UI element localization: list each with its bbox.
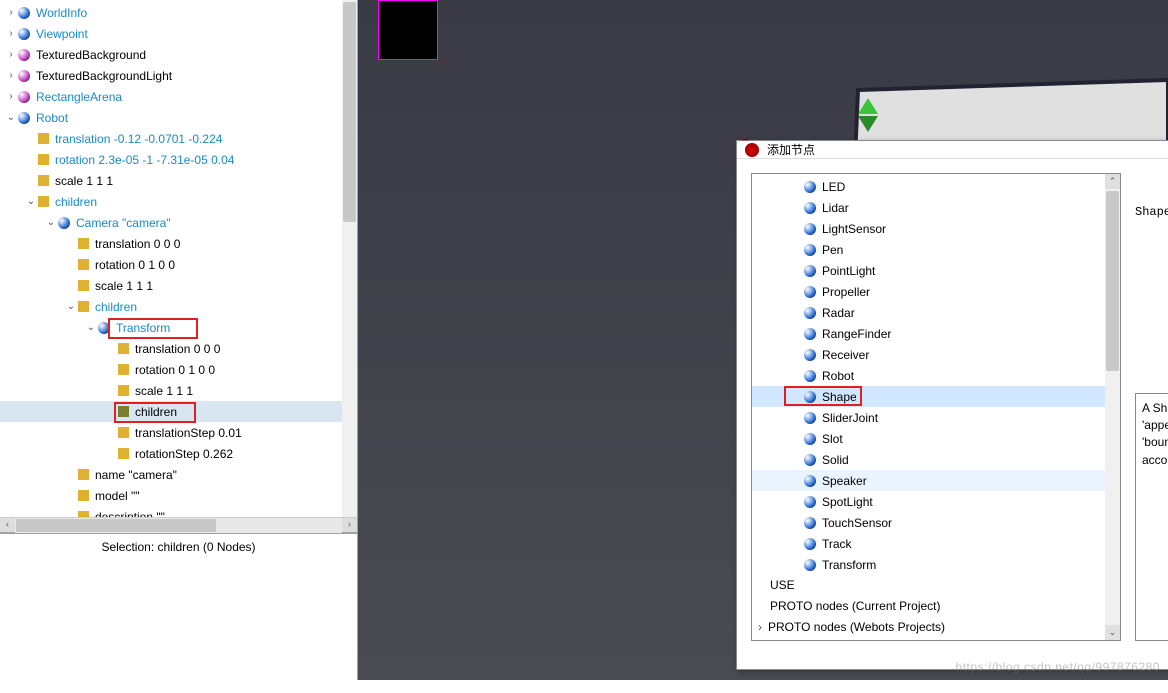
dialog-titlebar[interactable]: 添加节点 ? ✕ <box>737 141 1168 159</box>
group-proto-current[interactable]: PROTO nodes (Current Project) <box>752 596 1120 617</box>
shape-label: Shape <box>1135 205 1168 219</box>
tree-label: scale 1 1 1 <box>95 279 153 293</box>
tree-tf-translation[interactable]: translation 0 0 0 <box>0 338 357 359</box>
nodelist-scroll-down[interactable]: ⌄ <box>1105 625 1120 640</box>
tree-worldinfo[interactable]: WorldInfo <box>0 2 357 23</box>
tree-rectanglearena[interactable]: RectangleArena <box>0 86 357 107</box>
node-shape[interactable]: Shape <box>752 386 1120 407</box>
watermark: https://blog.csdn.net/qq/997876280 <box>956 660 1160 674</box>
add-node-dialog: 添加节点 ? ✕ LED Lidar LightSensor Pen Point… <box>736 140 1168 670</box>
dialog-title: 添加节点 <box>767 141 1168 158</box>
group-proto-webots[interactable]: PROTO nodes (Webots Projects) <box>752 617 1120 638</box>
tree-cam-description[interactable]: description "" <box>0 506 357 517</box>
node-lidar[interactable]: Lidar <box>752 197 1120 218</box>
tree-robot-rotation[interactable]: rotation 2.3e-05 -1 -7.31e-05 0.04 <box>0 149 357 170</box>
camera-overlay[interactable] <box>378 0 438 60</box>
node-track[interactable]: Track <box>752 533 1120 554</box>
node-robot[interactable]: Robot <box>752 365 1120 386</box>
tree-robot-scale[interactable]: scale 1 1 1 <box>0 170 357 191</box>
tree-texturedbackground[interactable]: TexturedBackground <box>0 44 357 65</box>
shape-preview <box>1135 223 1168 393</box>
node-pointlight[interactable]: PointLight <box>752 260 1120 281</box>
scene-tree-panel: WorldInfo Viewpoint TexturedBackground T… <box>0 0 358 680</box>
tree-vscroll[interactable] <box>342 0 357 517</box>
tree-label: rotationStep 0.262 <box>135 447 233 461</box>
tree-label: description "" <box>95 510 165 518</box>
tree-label: TexturedBackgroundLight <box>36 69 172 83</box>
group-use[interactable]: USE <box>752 575 1120 596</box>
node-list[interactable]: LED Lidar LightSensor Pen PointLight Pro… <box>751 173 1121 641</box>
hscroll-thumb[interactable] <box>16 519 216 532</box>
tree-cam-scale[interactable]: scale 1 1 1 <box>0 275 357 296</box>
shape-description: A Shape node is a visual objects that in… <box>1135 393 1168 641</box>
tree-label: Viewpoint <box>36 27 88 41</box>
tree-robot-translation[interactable]: translation -0.12 -0.0701 -0.224 <box>0 128 357 149</box>
3d-viewport[interactable]: 添加节点 ? ✕ LED Lidar LightSensor Pen Point… <box>358 0 1168 680</box>
tree-camera[interactable]: Camera "camera" <box>0 212 357 233</box>
node-led[interactable]: LED <box>752 176 1120 197</box>
tree-tf-rotation[interactable]: rotation 0 1 0 0 <box>0 359 357 380</box>
tree-tf-rotationstep[interactable]: rotationStep 0.262 <box>0 443 357 464</box>
tree-label: translation 0 0 0 <box>95 237 180 251</box>
node-rangefinder[interactable]: RangeFinder <box>752 323 1120 344</box>
node-pen[interactable]: Pen <box>752 239 1120 260</box>
tree-label: Robot <box>36 111 68 125</box>
tree-label: Transform <box>116 321 170 335</box>
node-propeller[interactable]: Propeller <box>752 281 1120 302</box>
tree-transform[interactable]: Transform <box>0 317 357 338</box>
node-speaker[interactable]: Speaker <box>752 470 1120 491</box>
node-slot[interactable]: Slot <box>752 428 1120 449</box>
tree-label: rotation 2.3e-05 -1 -7.31e-05 0.04 <box>55 153 234 167</box>
tree-vscroll-thumb[interactable] <box>343 2 356 222</box>
tree-label: children <box>55 195 97 209</box>
selection-info: Selection: children (0 Nodes) <box>0 532 357 680</box>
tree-viewpoint[interactable]: Viewpoint <box>0 23 357 44</box>
tree-robot-children[interactable]: children <box>0 191 357 212</box>
tree-tf-children[interactable]: children <box>0 401 357 422</box>
tree-robot[interactable]: Robot <box>0 107 357 128</box>
tree-cam-translation[interactable]: translation 0 0 0 <box>0 233 357 254</box>
node-radar[interactable]: Radar <box>752 302 1120 323</box>
tree-label: translation -0.12 -0.0701 -0.224 <box>55 132 222 146</box>
scene-tree[interactable]: WorldInfo Viewpoint TexturedBackground T… <box>0 0 357 517</box>
node-touchsensor[interactable]: TouchSensor <box>752 512 1120 533</box>
tree-label: model "" <box>95 489 140 503</box>
webots-icon <box>745 143 759 157</box>
tree-texturedbackgroundlight[interactable]: TexturedBackgroundLight <box>0 65 357 86</box>
tree-label: rotation 0 1 0 0 <box>95 258 175 272</box>
tree-label: children <box>135 405 177 419</box>
tree-label: RectangleArena <box>36 90 122 104</box>
node-receiver[interactable]: Receiver <box>752 344 1120 365</box>
nodelist-scroll-up[interactable]: ⌃ <box>1105 174 1120 189</box>
tree-cam-model[interactable]: model "" <box>0 485 357 506</box>
tree-label: name "camera" <box>95 468 177 482</box>
tree-label: scale 1 1 1 <box>135 384 193 398</box>
tree-hscroll[interactable]: ‹ › <box>0 517 357 532</box>
tree-cam-name[interactable]: name "camera" <box>0 464 357 485</box>
node-lightsensor[interactable]: LightSensor <box>752 218 1120 239</box>
tree-tf-translationstep[interactable]: translationStep 0.01 <box>0 422 357 443</box>
tree-label: WorldInfo <box>36 6 87 20</box>
tree-label: rotation 0 1 0 0 <box>135 363 215 377</box>
node-sliderjoint[interactable]: SliderJoint <box>752 407 1120 428</box>
translate-gizmo[interactable] <box>858 98 878 138</box>
tree-label: TexturedBackground <box>36 48 146 62</box>
tree-label: translationStep 0.01 <box>135 426 242 440</box>
tree-cam-children[interactable]: children <box>0 296 357 317</box>
tree-label: children <box>95 300 137 314</box>
tree-label: scale 1 1 1 <box>55 174 113 188</box>
tree-label: Camera "camera" <box>76 216 171 230</box>
hscroll-left[interactable]: ‹ <box>0 518 15 533</box>
node-spotlight[interactable]: SpotLight <box>752 491 1120 512</box>
tree-tf-scale[interactable]: scale 1 1 1 <box>0 380 357 401</box>
hscroll-right[interactable]: › <box>342 518 357 533</box>
node-solid[interactable]: Solid <box>752 449 1120 470</box>
nodelist-scroll-thumb[interactable] <box>1106 191 1119 371</box>
node-transform[interactable]: Transform <box>752 554 1120 575</box>
nodelist-vscroll[interactable]: ⌃ ⌄ <box>1105 174 1120 640</box>
tree-label: translation 0 0 0 <box>135 342 220 356</box>
tree-cam-rotation[interactable]: rotation 0 1 0 0 <box>0 254 357 275</box>
